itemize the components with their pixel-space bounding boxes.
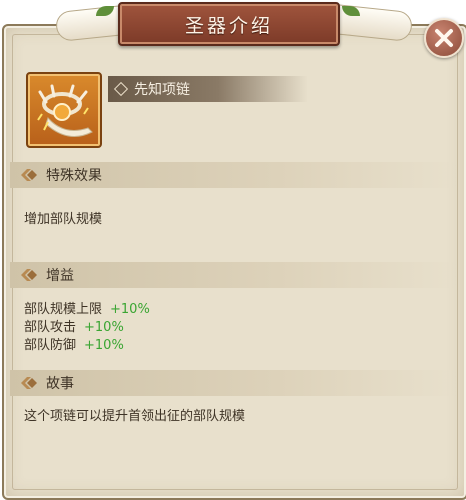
section-title: 特殊效果 (46, 168, 102, 184)
diamond-tag-icon (21, 269, 37, 281)
section-header-story: 故事 (10, 370, 456, 396)
stat-value: +10% (84, 338, 124, 353)
stat-label: 部队规模上限 (24, 302, 103, 317)
stat-label: 部队攻击 (24, 320, 77, 335)
stat-label: 部队防御 (24, 338, 77, 353)
stat-row: 部队规模上限 +10% (24, 298, 150, 317)
necklace-icon (37, 84, 93, 137)
section-header-buff: 增益 (10, 262, 456, 288)
stat-row: 部队防御 +10% (24, 334, 124, 353)
artifact-name-bar: 先知项链 (108, 76, 308, 102)
close-button[interactable] (424, 18, 464, 58)
close-icon (435, 29, 453, 47)
diamond-tag-icon (21, 377, 37, 389)
section-header-special-effect: 特殊效果 (10, 162, 456, 188)
diamond-marker-icon (113, 81, 129, 97)
diamond-tag-icon (21, 169, 37, 181)
artifact-name: 先知项链 (134, 82, 190, 98)
stat-value: +10% (84, 320, 124, 335)
section-title: 增益 (46, 268, 74, 284)
stat-row: 部队攻击 +10% (24, 316, 124, 335)
title-plaque: 圣器介绍 (118, 2, 340, 46)
window-title: 圣器介绍 (184, 14, 273, 37)
special-effect-text: 增加部队规模 (24, 212, 103, 227)
section-title: 故事 (46, 376, 74, 392)
story-text: 这个项链可以提升首领出征的部队规模 (24, 409, 246, 424)
artifact-icon-frame (26, 72, 102, 148)
stat-value: +10% (110, 302, 150, 317)
